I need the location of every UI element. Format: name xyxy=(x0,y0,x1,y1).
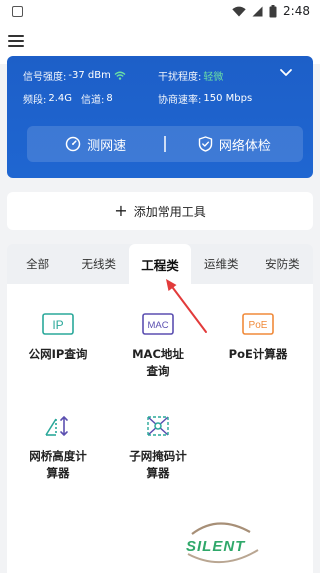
add-common-tools-button[interactable]: + 添加常用工具 xyxy=(7,192,313,230)
signal-strength: 信号强度: -37 dBm xyxy=(23,68,126,83)
svg-text:PoE: PoE xyxy=(249,320,268,331)
interference-level: 干扰程度: 轻微 xyxy=(158,72,224,83)
chevron-down-icon[interactable] xyxy=(279,68,293,78)
negotiated-rate: 协商速率: 150 Mbps xyxy=(158,93,253,106)
shield-check-icon xyxy=(198,136,213,152)
mac-icon: MAC xyxy=(142,313,174,335)
menu-icon[interactable] xyxy=(8,33,24,49)
notification-icon xyxy=(12,5,23,17)
tab-engineering[interactable]: 工程类 xyxy=(129,244,191,284)
tab-security[interactable]: 安防类 xyxy=(252,244,313,284)
svg-text:MAC: MAC xyxy=(147,320,168,331)
ip-icon: IP xyxy=(42,313,74,335)
tool-public-ip-query[interactable]: IP 公网IP查询 xyxy=(13,308,103,363)
tab-operations[interactable]: 运维类 xyxy=(191,244,252,284)
status-time: 2:48 xyxy=(283,4,310,18)
category-tabs: 全部 无线类 工程类 运维类 安防类 xyxy=(7,244,313,284)
poe-icon: PoE xyxy=(242,313,274,335)
network-info-card: 信号强度: -37 dBm 干扰程度: 轻微 频段: 2.4G 信道: 8 协商… xyxy=(7,56,313,178)
signal-icon xyxy=(252,6,263,16)
wifi-signal-icon xyxy=(114,71,126,80)
tool-poe-calculator[interactable]: PoE PoE计算器 xyxy=(213,308,303,363)
tab-wireless[interactable]: 无线类 xyxy=(68,244,129,284)
subnet-mask-icon xyxy=(147,416,169,436)
svg-text:IP: IP xyxy=(52,318,63,332)
tool-mac-address-query[interactable]: MAC MAC地址 查询 xyxy=(113,308,203,380)
wifi-icon xyxy=(232,6,246,16)
battery-icon xyxy=(269,4,277,17)
tab-all[interactable]: 全部 xyxy=(7,244,68,284)
status-bar: 2:48 xyxy=(0,0,320,22)
plus-icon: + xyxy=(114,201,128,220)
tool-subnet-mask-calculator[interactable]: 子网掩码计 算器 xyxy=(113,410,203,482)
channel: 信道: 8 xyxy=(81,93,113,106)
bridge-height-icon xyxy=(45,415,68,437)
speedometer-icon xyxy=(65,136,81,152)
band: 频段: 2.4G xyxy=(23,93,73,106)
tool-bridge-height-calculator[interactable]: 网桥高度计 算器 xyxy=(13,410,103,482)
network-check-button[interactable]: 网络体检 xyxy=(166,126,303,162)
silent-watermark-logo: SILENT xyxy=(178,520,270,566)
action-bar: 测网速 网络体检 xyxy=(27,126,303,162)
speed-test-button[interactable]: 测网速 xyxy=(27,126,164,162)
